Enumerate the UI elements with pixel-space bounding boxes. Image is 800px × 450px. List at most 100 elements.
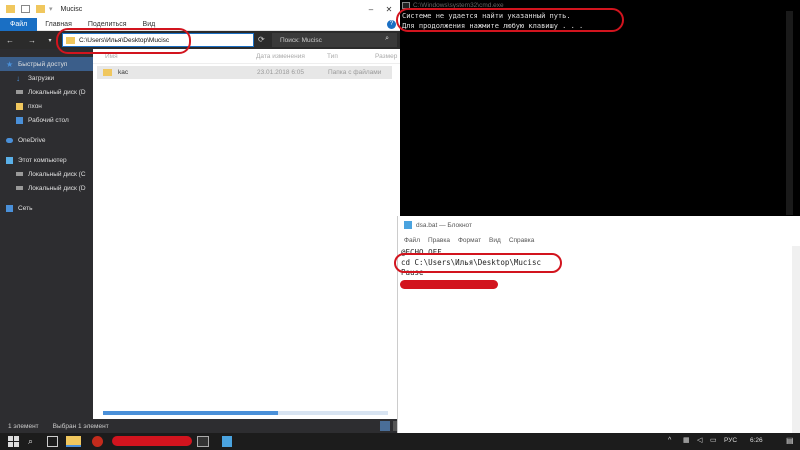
sidebar-item-onedrive[interactable]: OneDrive [0,133,93,147]
details-view-icon[interactable] [380,421,390,431]
text-line: cd C:\Users\Илья\Desktop\Mucisc [401,258,541,267]
sidebar-item-label: Загрузки [28,74,55,82]
clock[interactable]: 6:26 [750,437,763,444]
sidebar-item-downloads[interactable]: ↓ Загрузки [0,71,93,85]
tab-view[interactable]: Вид [135,18,164,31]
sidebar-item-label: Этот компьютер [18,156,67,164]
drive-icon [16,90,23,94]
sidebar-item-label: Локальный диск (C [28,170,86,178]
address-text[interactable]: C:\Users\Илья\Desktop\Mucisc [79,37,169,44]
window-title: Mucisc [60,5,83,13]
sidebar-item-label: OneDrive [18,136,46,144]
notepad-window: dsa.bat — Блокнот Файл Правка Формат Вид… [397,216,800,433]
column-size[interactable]: Размер [375,53,397,60]
computer-icon [6,156,13,164]
navigation-bar: ← → ▾ ↑ C:\Users\Илья\Desktop\Mucisc ⟳ П… [0,31,400,49]
help-icon[interactable]: ? [387,20,396,29]
folder-icon [66,36,75,44]
sidebar-item-quick-access[interactable]: ★ Быстрый доступ [0,57,93,71]
menu-view[interactable]: Вид [489,237,501,244]
properties-icon[interactable] [21,5,30,13]
file-name: kac [118,69,129,76]
folder-icon [103,69,112,76]
notepad-text-area[interactable]: @ECHO OFF cd C:\Users\Илья\Desktop\Mucis… [398,246,800,278]
address-bar[interactable]: C:\Users\Илья\Desktop\Mucisc [62,33,254,47]
task-view-icon[interactable] [47,436,58,447]
cmd-window: C:\Windows\system32\cmd.exe Системе не у… [400,0,793,215]
menu-help[interactable]: Справка [509,237,535,244]
opera-icon[interactable] [92,436,103,447]
sidebar-item-drive-d[interactable]: Локальный диск (D [0,85,93,99]
text-line: @ECHO OFF [401,248,442,257]
notepad-taskbar-icon[interactable] [222,436,232,447]
sidebar-item-this-pc[interactable]: Этот компьютер [0,153,93,167]
folder-icon [16,116,23,124]
close-button[interactable]: ✕ [380,0,398,18]
cmd-title: C:\Windows\system32\cmd.exe [413,2,504,9]
horizontal-scrollbar[interactable] [103,411,388,415]
tab-share[interactable]: Поделиться [80,18,135,31]
show-hidden-icons-icon[interactable]: ^ [668,437,671,444]
recent-dropdown-icon[interactable]: ▾ [44,37,56,44]
folder-icon [16,102,23,110]
file-explorer-icon[interactable] [66,436,81,447]
new-folder-icon[interactable] [36,5,45,13]
cmd-taskbar-icon[interactable] [197,436,209,447]
sidebar-item-phon[interactable]: пхон [0,99,93,113]
sidebar-item-label: Быстрый доступ [18,60,68,68]
qa-dropdown-icon[interactable]: ▾ [49,5,53,13]
network-status-icon[interactable]: ▦ [683,436,690,444]
search-placeholder: Поиск: Mucisc [280,36,322,44]
list-item[interactable]: kac 23.01.2018 6:05 Папка с файлами [97,66,392,79]
menu-format[interactable]: Формат [458,237,481,244]
sidebar-item-drive-c[interactable]: Локальный диск (C [0,167,93,181]
sidebar-item-drive-d-2[interactable]: Локальный диск (D [0,181,93,195]
notepad-icon [404,221,412,229]
sidebar-item-desktop[interactable]: Рабочий стол [0,113,93,127]
cmd-icon [402,2,410,9]
star-icon: ★ [6,59,14,69]
search-icon[interactable]: ⌕ [385,35,389,43]
sidebar-item-label: пхон [28,102,42,110]
notifications-icon[interactable]: ▤ [786,436,794,445]
scrollbar-thumb[interactable] [103,411,278,415]
language-indicator[interactable]: РУС [724,437,737,444]
notepad-title: dsa.bat — Блокнот [416,221,472,229]
notepad-menu-bar: Файл Правка Формат Вид Справка [398,234,800,246]
drive-icon [16,172,23,176]
start-icon[interactable] [8,436,19,447]
cmd-output-line: Для продолжения нажмите любую клавишу . … [402,22,584,30]
menu-edit[interactable]: Правка [428,237,450,244]
column-name[interactable]: Имя [105,53,118,60]
menu-file[interactable]: Файл [404,237,420,244]
column-type[interactable]: Тип [327,53,338,60]
file-date: 23.01.2018 6:05 [257,69,304,76]
explorer-titlebar: ▾ Mucisc – ✕ [0,0,400,18]
cmd-scrollbar[interactable] [786,11,793,215]
column-date[interactable]: Дата изменения [256,53,305,60]
item-count: 1 элемент [8,422,39,430]
minimize-button[interactable]: – [362,0,380,18]
notepad-scrollbar[interactable] [792,246,800,433]
sidebar-item-label: Сеть [18,204,33,212]
battery-icon[interactable]: ▭ [710,436,717,444]
tab-file[interactable]: Файл [0,17,38,31]
search-input[interactable]: Поиск: Mucisc ⌕ [272,33,397,47]
redaction-mark [400,280,498,289]
notepad-titlebar: dsa.bat — Блокнот [398,216,800,234]
cloud-icon [6,137,13,143]
column-headers: Имя Дата изменения Тип Размер [93,49,400,64]
ribbon-tabs: Файл Главная Поделиться Вид ? [0,17,400,31]
back-arrow-icon[interactable]: ← [4,36,16,45]
volume-icon[interactable]: ◁ [697,436,702,444]
forward-arrow-icon[interactable]: → [26,36,38,45]
explorer-app-icon [6,5,15,13]
cmd-titlebar: C:\Windows\system32\cmd.exe [400,0,793,11]
search-icon[interactable]: ⌕ [28,436,39,447]
status-bar: 1 элемент Выбран 1 элемент [0,419,400,433]
text-line: Pause [401,268,424,277]
refresh-icon[interactable]: ⟳ [258,35,265,44]
redaction-mark [112,436,192,446]
tab-home[interactable]: Главная [37,18,80,31]
sidebar-item-network[interactable]: Сеть [0,201,93,215]
